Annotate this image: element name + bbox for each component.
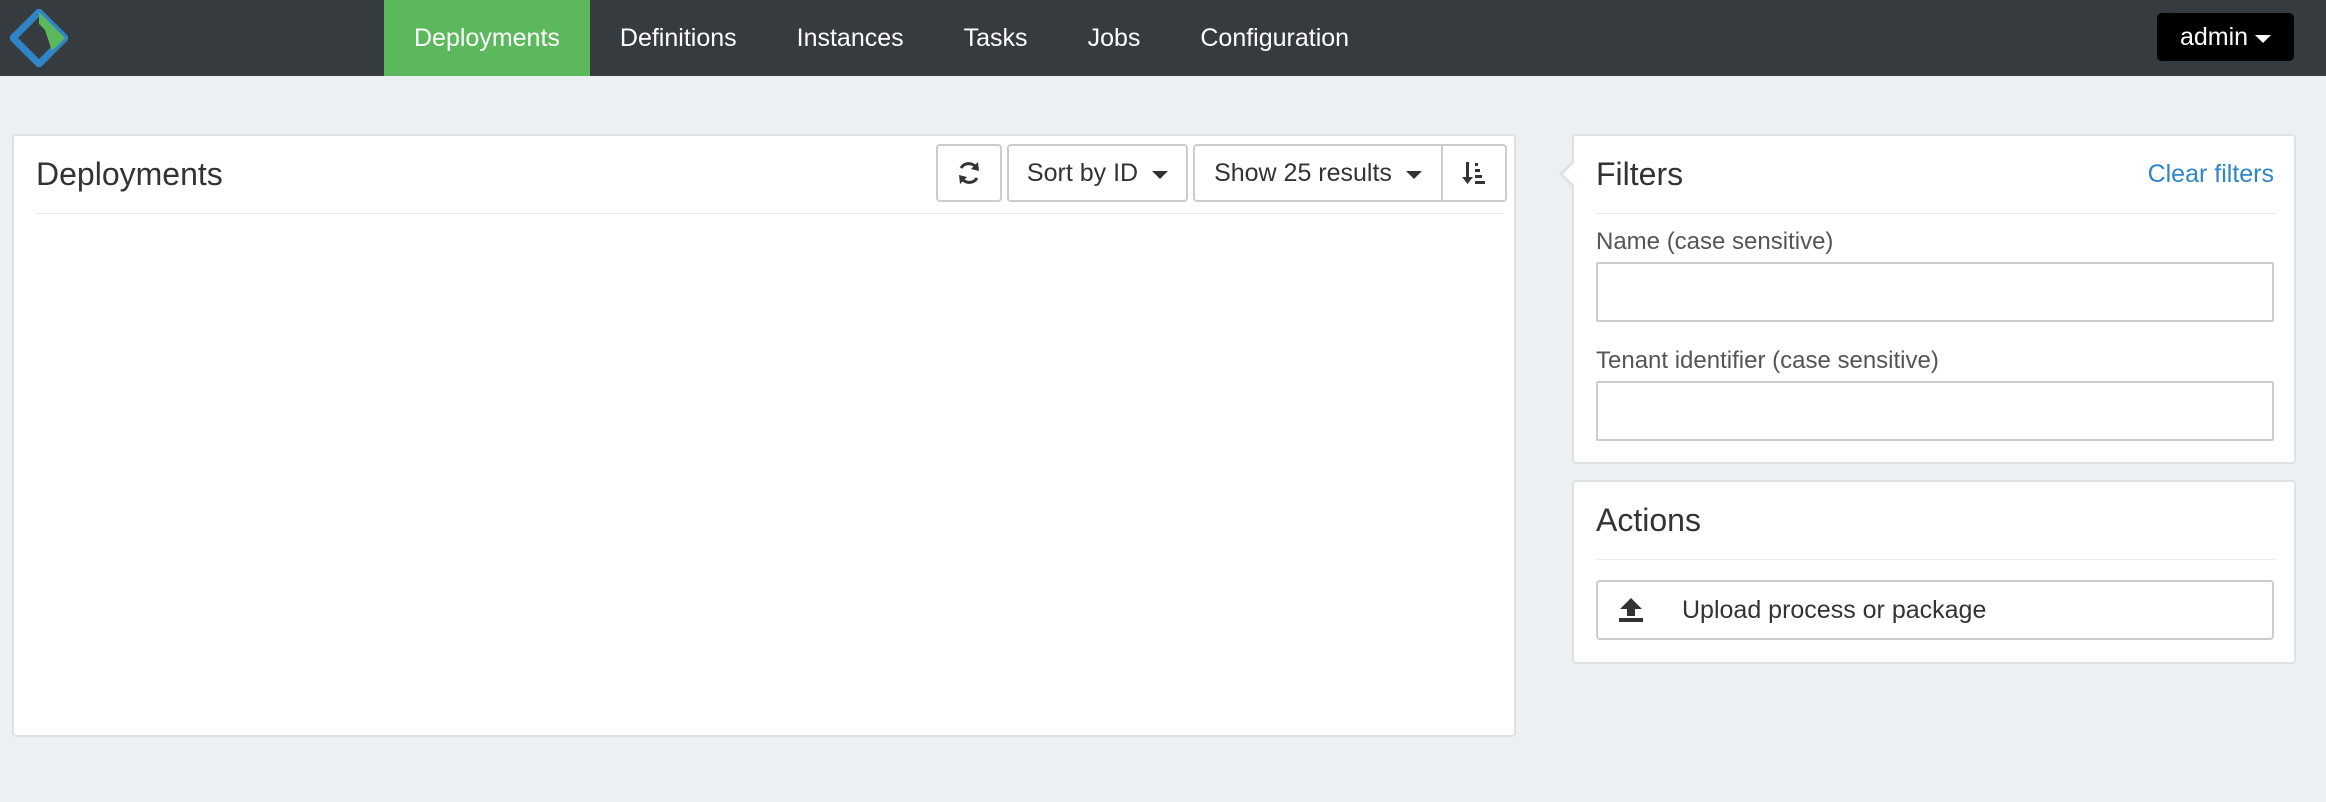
top-navbar: Deployments Definitions Instances Tasks … [0,0,2326,76]
panel-divider [1596,213,2276,214]
refresh-button[interactable] [936,144,1002,202]
main-nav: Deployments Definitions Instances Tasks … [384,0,1379,76]
clear-filters-link[interactable]: Clear filters [2148,160,2274,189]
page-size-dropdown-label: Show 25 results [1214,158,1392,187]
upload-icon [1619,598,1643,622]
chevron-down-icon [1152,170,1169,179]
panel-pointer-inner [1563,163,1574,185]
logo-icon[interactable] [8,7,70,69]
tab-deployments[interactable]: Deployments [384,0,590,76]
chevron-down-icon [1405,170,1422,179]
tenant-filter-label: Tenant identifier (case sensitive) [1596,347,1939,374]
name-filter-label: Name (case sensitive) [1596,228,1834,255]
tab-jobs[interactable]: Jobs [1058,0,1171,76]
filters-panel-title: Filters [1596,156,1684,192]
tab-instances[interactable]: Instances [767,0,934,76]
deployments-panel: Deployments Sort by ID Show 25 results [12,134,1516,737]
sort-order-button[interactable] [1441,144,1507,202]
panel-divider [36,213,1504,214]
tab-definitions[interactable]: Definitions [590,0,767,76]
refresh-icon [959,162,979,184]
filters-panel: Filters Clear filters Name (case sensiti… [1559,134,2296,464]
name-filter-input[interactable] [1596,262,2274,322]
tenant-filter-input[interactable] [1596,381,2274,441]
user-menu-button[interactable]: admin [2157,13,2294,61]
tab-tasks[interactable]: Tasks [934,0,1058,76]
actions-panel-title: Actions [1596,502,1701,538]
deployments-panel-title: Deployments [36,156,223,192]
actions-panel: Actions Upload process or package [1572,480,2296,664]
sort-descending-icon [1462,162,1485,184]
panel-divider [1596,559,2276,560]
page-size-dropdown[interactable]: Show 25 results [1193,144,1442,202]
sort-dropdown-label: Sort by ID [1026,158,1139,187]
chevron-down-icon [2255,34,2272,43]
upload-button-label: Upload process or package [1682,595,1987,624]
tab-configuration[interactable]: Configuration [1170,0,1379,76]
sort-dropdown[interactable]: Sort by ID [1007,144,1188,202]
user-menu-label: admin [2179,22,2249,51]
upload-button[interactable]: Upload process or package [1596,580,2274,640]
